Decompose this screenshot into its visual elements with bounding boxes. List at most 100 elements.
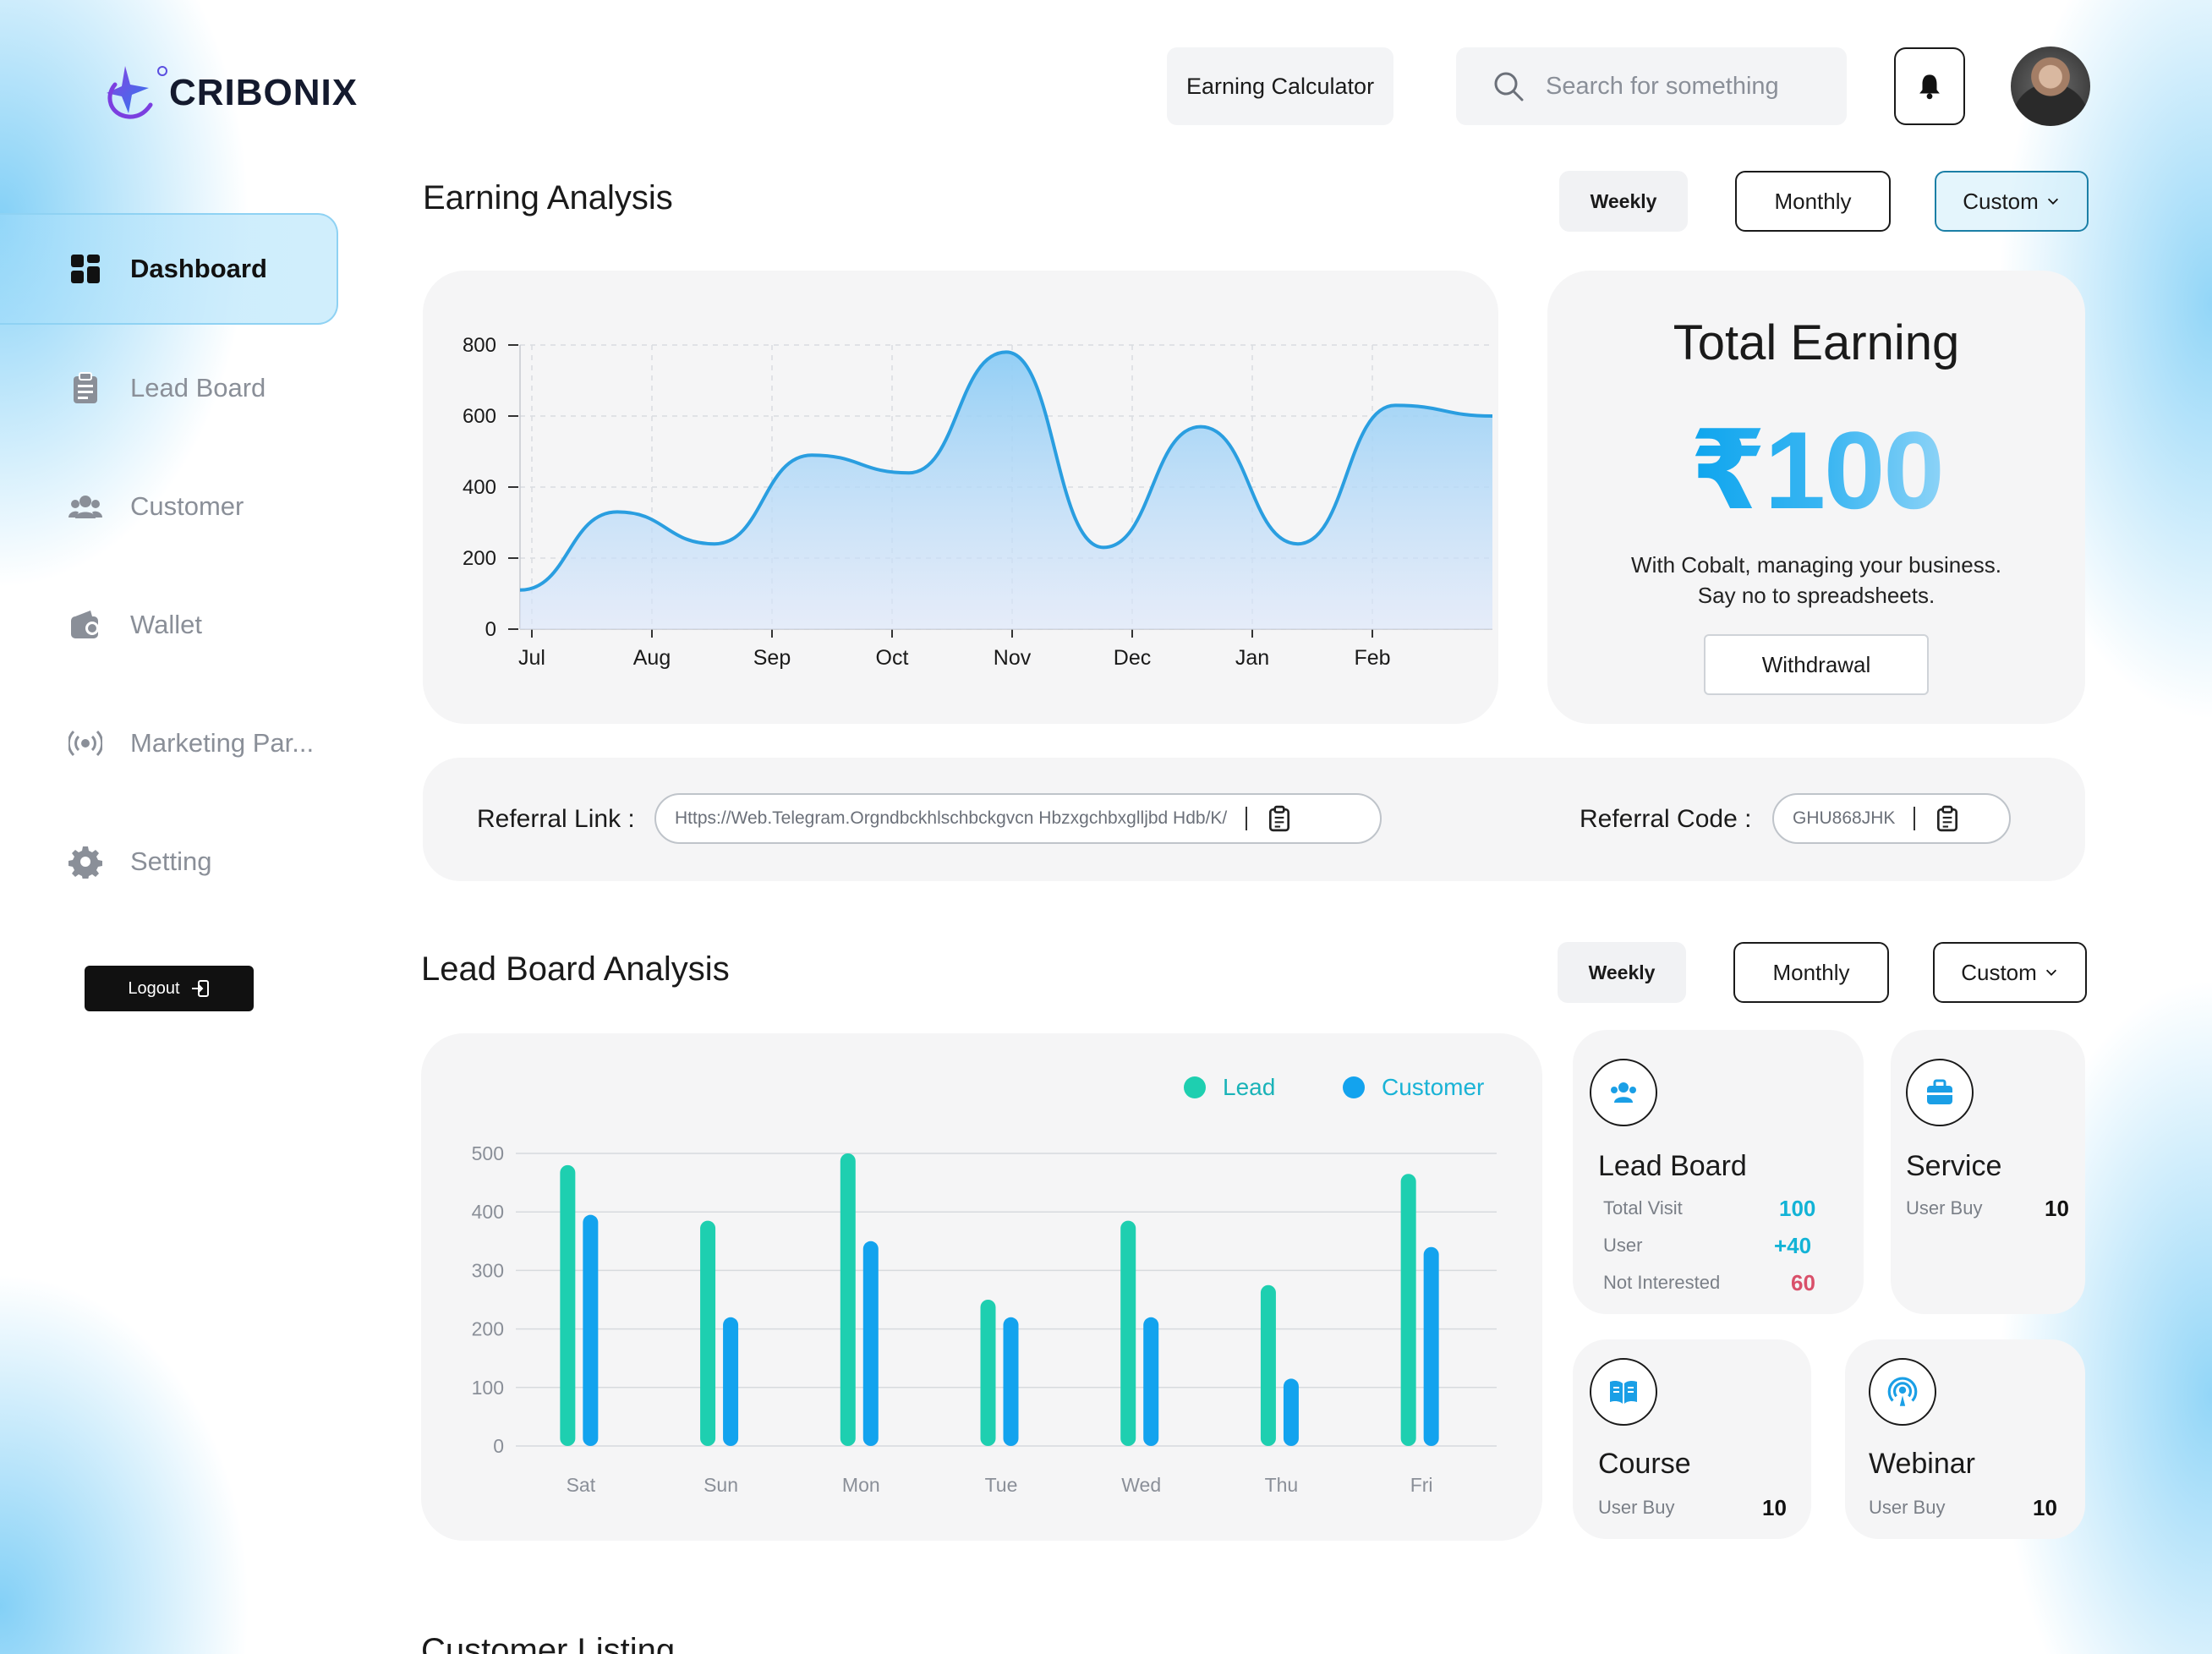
total-earning-card: Total Earning ₹100 With Cobalt, managing… [1547,271,2085,724]
sidebar-item-label: Dashboard [130,254,267,283]
tile-row-label: User Buy [1869,1497,1946,1518]
search-placeholder: Search for something [1546,72,1779,100]
copy-icon[interactable] [1266,805,1293,832]
brand-logo[interactable]: CRIBONIX [100,59,358,127]
legend-label: Customer [1382,1074,1485,1100]
tile-row-value: 10 [2045,1196,2069,1221]
earning-calculator-button[interactable]: Earning Calculator [1167,47,1393,125]
briefcase-icon [1906,1059,1974,1126]
bell-icon [1919,74,1940,100]
bar-customer [583,1214,599,1446]
x-tick-label: Sun [704,1474,738,1496]
bar-lead [980,1300,996,1446]
withdrawal-button[interactable]: Withdrawal [1704,634,1929,695]
customer-listing-title: Customer Listing [421,1632,676,1654]
sidebar-item-label: Wallet [130,610,202,639]
custom-label: Custom [1963,188,2039,214]
service-tile[interactable]: Service User Buy 10 [1891,1030,2085,1314]
referral-link-field[interactable]: Https://Web.Telegram.Orgndbckhlschbckgvc… [654,793,1382,844]
legend-dot [1184,1076,1206,1098]
sidebar-item-dashboard[interactable]: Dashboard [0,213,338,325]
tile-row-value: +40 [1774,1233,1812,1258]
users-icon [68,489,103,524]
earning-weekly-button[interactable]: Weekly [1559,171,1688,232]
y-tick-label: 400 [463,476,496,499]
search-icon [1494,72,1524,101]
clipboard-icon [68,370,103,406]
x-tick-label: Jan [1235,646,1269,670]
bar-lead [1260,1284,1276,1446]
sidebar-item-wallet[interactable]: Wallet [0,570,338,680]
bar-lead [1120,1220,1136,1446]
y-tick-label: 500 [472,1142,504,1164]
sidebar-item-label: Lead Board [130,373,266,403]
wallet-icon [68,607,103,643]
referral-link-value: Https://Web.Telegram.Orgndbckhlschbckgvc… [675,808,1228,828]
x-tick-label: Feb [1354,646,1390,670]
lead-monthly-button[interactable]: Monthly [1733,942,1889,1003]
tile-row-value: 10 [2033,1495,2057,1520]
tile-title: Service [1906,1150,2002,1182]
referral-code-field[interactable]: GHU868JHK [1772,793,2011,844]
x-tick-label: Mon [842,1474,880,1496]
user-avatar[interactable] [2011,47,2090,126]
x-tick-label: Thu [1265,1474,1299,1496]
bar-customer [1143,1317,1159,1446]
y-tick-label: 100 [472,1377,504,1399]
sidebar-item-label: Customer [130,491,244,521]
bar-customer [1423,1246,1439,1446]
x-tick-label: Wed [1121,1474,1161,1496]
tile-row-label: User [1603,1235,1643,1256]
earning-area-chart: 0 200 400 600 800 Jul Aug Sep Oct Nov Dec Jan Feb [463,334,1493,670]
divider [1914,807,1916,830]
legend-dot [1343,1076,1365,1098]
lead-custom-dropdown[interactable]: Custom [1933,942,2087,1003]
earning-monthly-button[interactable]: Monthly [1735,171,1891,232]
divider [1246,807,1248,830]
copy-icon[interactable] [1934,805,1961,832]
lead-bar-chart: 0 100 200 300 400 500 Sat Sun Mon Tue Wed Thu Fri [472,1142,1497,1496]
tile-row-label: User Buy [1598,1497,1675,1518]
total-earning-amount: ₹100 [1547,406,2085,534]
tile-row-value: 60 [1791,1270,1815,1295]
x-tick-label: Fri [1410,1474,1433,1496]
x-tick-label: Nov [994,646,1032,670]
broadcast-icon [68,726,103,761]
sidebar-item-marketing[interactable]: Marketing Par... [0,688,338,798]
tile-row-label: Not Interested [1603,1272,1721,1293]
sidebar-item-customer[interactable]: Customer [0,452,338,561]
course-tile[interactable]: Course User Buy 10 [1573,1339,1811,1539]
search-input[interactable]: Search for something [1456,47,1847,125]
bar-lead [560,1164,576,1446]
x-tick-label: Jul [518,646,545,670]
legend-item-lead: Lead [1184,1074,1275,1101]
logout-icon [191,980,209,997]
tile-title: Course [1598,1448,1691,1480]
y-tick-label: 200 [463,547,496,570]
tile-row-value: 10 [1762,1495,1787,1520]
total-earning-value: ₹100 [1689,408,1944,532]
bar-lead [700,1220,716,1446]
lead-chart-card: Lead Customer 0 100 200 300 400 500 Sat Sun Mon T… [421,1033,1542,1541]
legend-item-customer: Customer [1343,1074,1484,1101]
desc-line: With Cobalt, managing your business. [1631,552,2001,578]
logout-button[interactable]: Logout [85,966,254,1011]
logo-icon [107,66,167,119]
y-tick-label: 800 [463,334,496,357]
webinar-tile[interactable]: Webinar User Buy 10 [1845,1339,2085,1539]
earning-chart-card: 0 200 400 600 800 Jul Aug Sep Oct Nov Dec Jan Feb [423,271,1498,724]
sidebar-item-setting[interactable]: Setting [0,807,338,917]
tile-row-label: User Buy [1906,1197,1983,1219]
area-fill [520,352,1492,629]
earning-custom-dropdown[interactable]: Custom [1935,171,2089,232]
x-tick-label: Oct [876,646,909,670]
total-earning-title: Total Earning [1673,315,1960,370]
bar-customer [723,1317,739,1446]
x-tick-label: Sep [753,646,791,670]
lead-weekly-button[interactable]: Weekly [1558,942,1686,1003]
sidebar-item-label: Setting [130,846,212,876]
lead-board-analysis-title: Lead Board Analysis [421,950,730,988]
notification-button[interactable] [1894,47,1965,125]
lead-board-tile[interactable]: Lead Board Total Visit 100 User +40 Not … [1573,1030,1864,1314]
sidebar-item-lead-board[interactable]: Lead Board [0,333,338,443]
